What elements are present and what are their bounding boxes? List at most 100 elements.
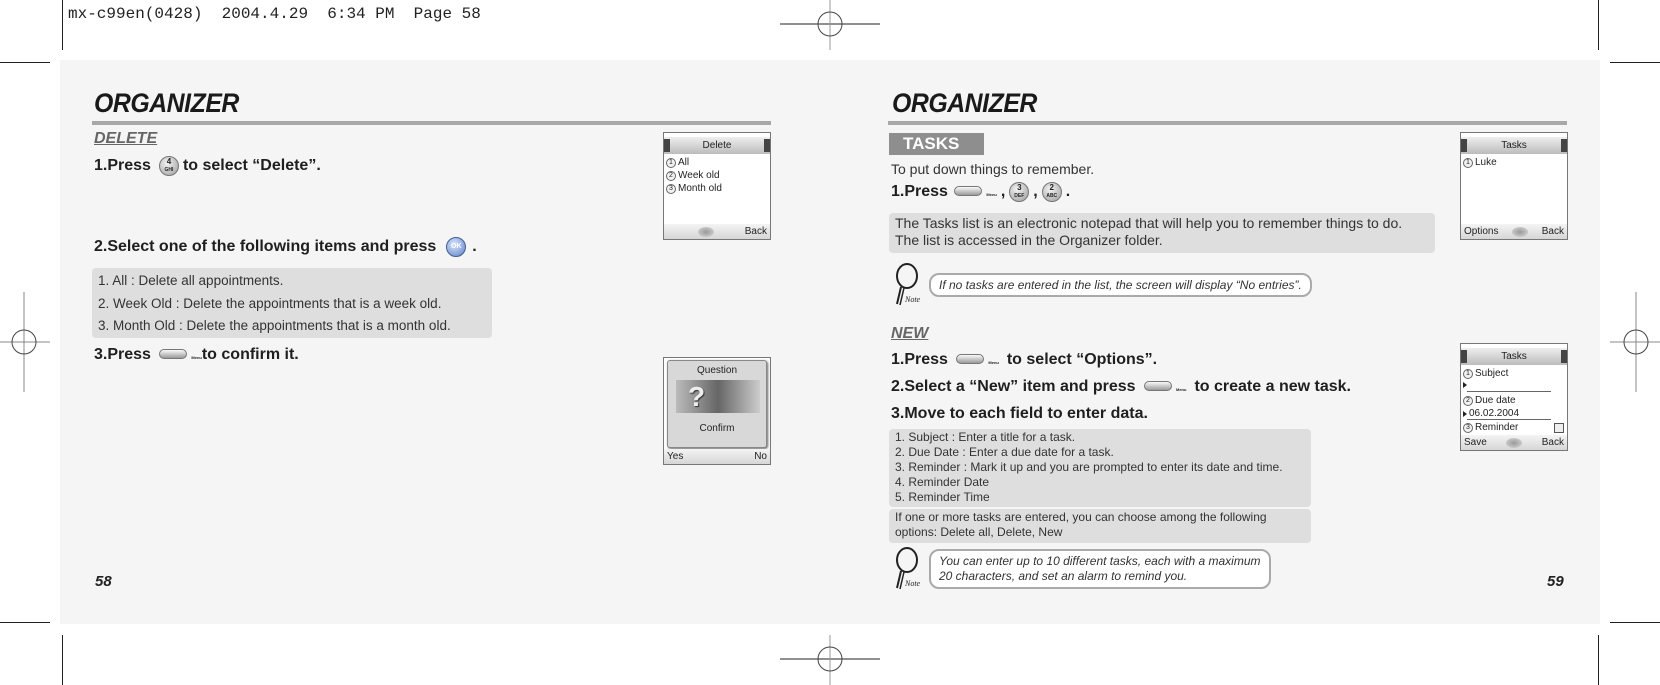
note-line: 20 characters, and set an alarm to remin… xyxy=(939,569,1188,583)
delete-option: 2. Week Old : Delete the appointments th… xyxy=(98,295,442,311)
step-text: to create a new task. xyxy=(1194,378,1351,395)
nav-key-icon xyxy=(697,226,714,237)
menu-key-label: Menu xyxy=(986,192,997,197)
options-soft-key[interactable]: Options xyxy=(1464,226,1498,237)
subject-input[interactable] xyxy=(1463,382,1469,388)
menu-item-all[interactable]: 1 All xyxy=(666,157,689,168)
step-text: 1.Press xyxy=(891,351,948,368)
back-soft-key[interactable]: Back xyxy=(1542,226,1564,237)
field-description: 3. Reminder : Mark it up and you are pro… xyxy=(895,460,1283,474)
registration-mark xyxy=(0,292,50,392)
note-magnifier-icon: Note xyxy=(896,263,921,306)
step-text: 2.Select a “New” item and press xyxy=(891,378,1136,395)
menu-key-cap xyxy=(1143,381,1172,391)
menu-key-label: Menu xyxy=(1176,387,1187,392)
field-description: 4. Reminder Date xyxy=(895,475,990,489)
menu-key-icon: Menu xyxy=(1143,378,1187,396)
reminder-checkbox[interactable] xyxy=(1554,423,1564,433)
soft-key-bar: Back xyxy=(664,224,770,239)
key-letters: ABC xyxy=(1046,193,1058,199)
input-underline xyxy=(1467,391,1551,392)
crop-mark xyxy=(0,62,50,63)
yes-soft-key[interactable]: Yes xyxy=(667,451,683,462)
save-soft-key[interactable]: Save xyxy=(1464,437,1487,448)
crop-mark xyxy=(62,0,63,50)
step-1-tasks: 1.Press Menu , 3 DEF , 2 ABC . xyxy=(891,182,1070,202)
crop-mark xyxy=(1598,635,1599,685)
key-2-icon: 2 ABC xyxy=(1041,182,1062,202)
item-label: Reminder xyxy=(1475,422,1519,433)
item-label: Luke xyxy=(1475,157,1497,168)
key-digit: 2 xyxy=(1049,183,1054,192)
item-number: 1 xyxy=(666,157,676,168)
cursor-arrow-icon xyxy=(1463,410,1467,417)
menu-key-cap xyxy=(955,354,984,364)
due-date-value: 06.02.2004 xyxy=(1469,408,1520,419)
menu-item-month-old[interactable]: 3 Month old xyxy=(666,183,722,194)
item-number: 3 xyxy=(1463,422,1473,433)
registration-mark xyxy=(1610,292,1660,392)
step-1-new: 1.Press Menu to select “Options”. xyxy=(891,351,1157,369)
task-item-luke[interactable]: 1 Luke xyxy=(1463,157,1497,168)
item-label: Month old xyxy=(678,183,722,194)
note-line: You can enter up to 10 different tasks, … xyxy=(939,554,1261,568)
phone-screen-new-task: Tasks 1 Subject 2 Due date 06.02.2004 3 … xyxy=(1460,343,1568,451)
note-text: You can enter up to 10 different tasks, … xyxy=(929,549,1271,589)
crop-mark xyxy=(1598,0,1599,50)
item-number: 3 xyxy=(666,183,676,194)
no-soft-key[interactable]: No xyxy=(754,451,767,462)
phone-screen-delete: Delete 1 All 2 Week old 3 Month old Back xyxy=(663,132,771,240)
nav-key-icon xyxy=(1512,226,1529,237)
menu-key-icon: Menu xyxy=(955,351,999,369)
note-no-entries: Note If no tasks are entered in the list… xyxy=(893,262,1312,308)
step-text: . xyxy=(472,238,477,255)
options-info-line: If one or more tasks are entered, you ca… xyxy=(895,510,1267,524)
soft-key-bar: Options Back xyxy=(1461,224,1567,239)
field-description: 5. Reminder Time xyxy=(895,490,990,504)
crop-mark xyxy=(1610,62,1660,63)
due-date-input[interactable]: 06.02.2004 xyxy=(1463,408,1519,419)
step-text: to select “Options”. xyxy=(1006,351,1158,368)
item-number: 2 xyxy=(1463,395,1473,406)
step-2-delete: 2.Select one of the following items and … xyxy=(94,237,477,257)
step-2-new: 2.Select a “New” item and press Menu to … xyxy=(891,378,1351,396)
tasks-description-box: The Tasks list is an electronic notepad … xyxy=(889,213,1435,253)
back-soft-key[interactable]: Back xyxy=(1542,437,1564,448)
input-underline xyxy=(1467,419,1551,420)
key-letters: GHI xyxy=(164,167,174,173)
menu-key-icon: Menu xyxy=(158,346,202,364)
soft-key-bar: Yes No xyxy=(664,449,770,464)
menu-key-cap xyxy=(953,186,982,196)
field-reminder-label: 3 Reminder xyxy=(1463,422,1518,433)
delete-option: 1. All : Delete all appointments. xyxy=(98,273,284,288)
note-task-limit: Note You can enter up to 10 different ta… xyxy=(893,546,1271,592)
note-magnifier-icon: Note xyxy=(896,547,921,590)
step-3-new: 3.Move to each field to enter data. xyxy=(891,405,1148,423)
menu-key-icon: Menu xyxy=(953,183,997,201)
key-4-icon: 4 GHI xyxy=(158,156,179,176)
key-digit: 4 xyxy=(166,157,172,166)
step-text: to confirm it. xyxy=(201,346,299,363)
field-description: 2. Due Date : Enter a due date for a tas… xyxy=(895,445,1114,459)
step-text: to select “Delete”. xyxy=(182,157,321,174)
step-text: 3.Move to each field to enter data. xyxy=(891,405,1148,422)
delete-options-box: 1. All : Delete all appointments. 2. Wee… xyxy=(92,268,492,338)
step-text: 1.Press xyxy=(891,183,948,200)
field-due-date-label: 2 Due date xyxy=(1463,395,1516,406)
right-soft-key[interactable]: Back xyxy=(745,226,767,237)
key-3-icon: 3 DEF xyxy=(1009,182,1030,202)
separator: , xyxy=(1000,183,1006,200)
options-info-box: If one or more tasks are entered, you ca… xyxy=(889,509,1311,543)
key-digit: 3 xyxy=(1017,183,1022,192)
title-rule-left xyxy=(92,121,771,125)
nav-key-icon xyxy=(1506,437,1523,448)
menu-key-label: Menu xyxy=(988,360,999,365)
crop-mark xyxy=(1610,622,1660,623)
section-heading-delete: DELETE xyxy=(94,130,158,147)
tasks-intro: To put down things to remember. xyxy=(891,161,1095,177)
field-description: 1. Subject : Enter a title for a task. xyxy=(895,430,1076,444)
step-1-delete: 1.Press 4 GHI to select “Delete”. xyxy=(94,156,321,176)
phone-screen-question: Question ? Confirm Yes No xyxy=(663,357,771,465)
menu-item-week-old[interactable]: 2 Week old xyxy=(666,170,720,181)
screen-title: Tasks xyxy=(1461,348,1567,365)
